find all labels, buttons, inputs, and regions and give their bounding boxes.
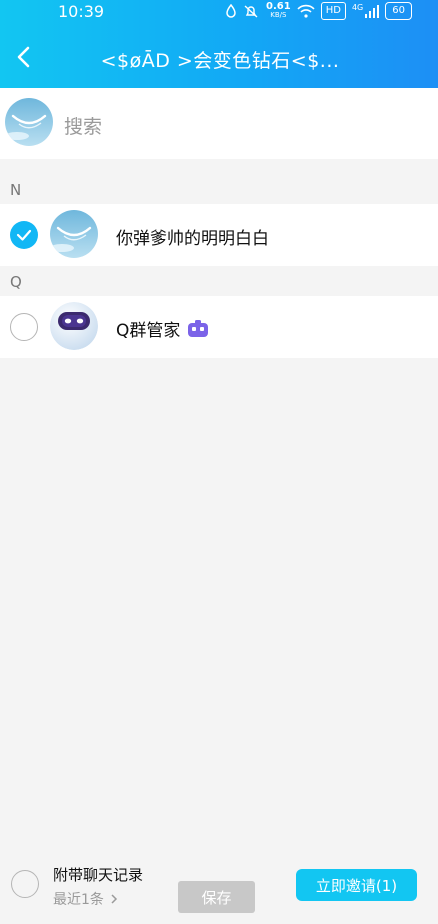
robot-avatar-icon <box>50 302 98 350</box>
chevron-left-icon <box>17 46 30 68</box>
avatar <box>50 302 98 350</box>
contact-row[interactable]: 你弹爹帅的明明白白 <box>0 204 438 266</box>
contact-row[interactable]: Q群管家 <box>0 296 438 358</box>
checkmark-icon <box>16 229 32 241</box>
header-bar: 10:39 0.61 KB/S HD 4G 60 <$øĀD >会变色钻石<$.… <box>0 0 438 88</box>
contact-name-text: Q群管家 <box>116 321 181 341</box>
robot-badge-icon <box>188 319 209 337</box>
speed-unit: KB/S <box>270 11 287 19</box>
screen: 10:39 0.61 KB/S HD 4G 60 <$øĀD >会变色钻石<$.… <box>0 0 438 924</box>
section-header-n: N <box>0 172 438 204</box>
contact-name: 你弹爹帅的明明白白 <box>116 229 269 249</box>
avatar <box>50 210 98 258</box>
signal-icon: 4G <box>351 3 380 19</box>
mute-bell-icon <box>242 3 260 19</box>
section-letter: Q <box>10 273 22 291</box>
unselected-checkbox[interactable] <box>10 313 38 341</box>
status-time: 10:39 <box>58 2 105 21</box>
network-type: 4G <box>351 3 364 12</box>
recent-messages-selector[interactable]: 最近1条 <box>53 889 118 909</box>
recent-messages-label: 最近1条 <box>53 892 104 908</box>
wifi-icon <box>297 3 315 19</box>
selected-checkbox[interactable] <box>10 221 38 249</box>
search-input[interactable]: 搜索 <box>64 112 102 139</box>
back-button[interactable] <box>10 44 36 70</box>
network-speed: 0.61 KB/S <box>266 1 291 20</box>
page-title: <$øĀD >会变色钻石<$... <box>100 50 340 72</box>
attach-history-label: 附带聊天记录 <box>53 866 144 884</box>
section-letter: N <box>10 181 22 199</box>
contact-name: Q群管家 <box>116 316 210 341</box>
attach-history-checkbox[interactable] <box>11 870 39 898</box>
battery-icon: 60 <box>385 2 412 20</box>
water-drop-icon <box>226 3 236 19</box>
invite-button[interactable]: 立即邀请(1) <box>296 869 417 901</box>
search-bar[interactable]: 搜索 <box>0 88 438 159</box>
bottom-bar: 附带聊天记录 最近1条 保存 立即邀请(1) <box>0 856 438 924</box>
status-icons: 0.61 KB/S HD 4G 60 <box>226 2 412 20</box>
save-button[interactable]: 保存 <box>178 881 255 913</box>
section-header-q: Q <box>0 266 438 296</box>
speed-value: 0.61 <box>266 1 291 12</box>
avatar <box>5 98 53 146</box>
hd-badge: HD <box>320 2 346 20</box>
chevron-right-icon <box>111 894 117 904</box>
